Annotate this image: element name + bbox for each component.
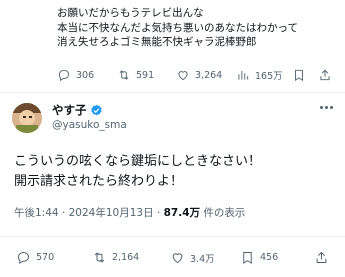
reply-icon	[17, 251, 30, 265]
bookmark-count: 456	[260, 252, 279, 263]
divider	[0, 236, 345, 237]
post-views-count: 87.4万	[163, 207, 201, 219]
bookmark-button[interactable]	[292, 68, 306, 82]
bookmark-icon	[295, 69, 303, 82]
reply-count: 570	[36, 252, 55, 263]
bookmark-icon	[243, 252, 252, 265]
share-button[interactable]	[314, 250, 329, 265]
handle[interactable]: @yasuko_sma	[52, 119, 127, 131]
views-button[interactable]: 165万	[236, 68, 283, 82]
post-line: 開示請求されたら終わりよ！	[14, 173, 184, 189]
share-icon	[316, 251, 327, 263]
repost-count: 591	[136, 69, 155, 81]
divider	[0, 92, 345, 93]
previous-tweet-text: お願いだからもうテレビ出んな 本当に不快なんだよ気持ち悪いのあなたはわかって 消…	[57, 6, 342, 50]
previous-tweet-line: お願いだからもうテレビ出んな	[57, 7, 204, 19]
share-icon	[320, 69, 330, 81]
reply-count: 306	[76, 69, 95, 81]
post-time[interactable]: 午後1:44	[14, 207, 59, 219]
avatar[interactable]	[12, 103, 42, 133]
bar-chart-icon	[238, 70, 249, 80]
like-button[interactable]: 3.4万	[170, 250, 215, 265]
reply-button[interactable]: 570	[16, 250, 54, 265]
share-button[interactable]	[318, 68, 332, 82]
reply-button[interactable]: 306	[57, 68, 94, 82]
like-count: 3,264	[195, 69, 223, 81]
repost-button[interactable]: 2,164	[92, 250, 139, 265]
like-count: 3.4万	[190, 253, 215, 265]
heart-icon	[172, 253, 183, 264]
repost-count: 2,164	[112, 252, 140, 263]
views-count: 165万	[255, 71, 283, 82]
like-button[interactable]: 3,264	[176, 68, 222, 82]
post-meta: 午後1:44 · 2024年10月13日 · 87.4万 件の表示	[14, 207, 246, 219]
bookmark-button[interactable]: 456	[240, 250, 278, 265]
post-line: こういうの呟くなら鍵垢にしときなさい！	[14, 154, 262, 169]
repost-icon	[119, 70, 129, 80]
post-views-label: 件の表示	[203, 207, 246, 219]
avatar-image	[12, 103, 42, 133]
repost-icon	[94, 252, 105, 263]
more-options-icon[interactable]	[320, 106, 333, 109]
reply-icon	[58, 69, 70, 82]
previous-tweet-line: 消え失せろよゴミ無能不快ギャラ泥棒野郎	[57, 36, 257, 48]
previous-tweet-line: 本当に不快なんだよ気持ち悪いのあなたはわかって	[57, 21, 298, 34]
heart-icon	[178, 71, 188, 81]
repost-button[interactable]: 591	[117, 68, 154, 82]
post-text: こういうの呟くなら鍵垢にしときなさい！ 開示請求されたら終わりよ！	[14, 152, 261, 191]
author-name-row[interactable]: やす子	[52, 102, 103, 118]
display-name[interactable]: やす子	[52, 102, 87, 118]
post-date[interactable]: 2024年10月13日	[69, 207, 154, 219]
verified-badge-icon	[90, 104, 102, 115]
